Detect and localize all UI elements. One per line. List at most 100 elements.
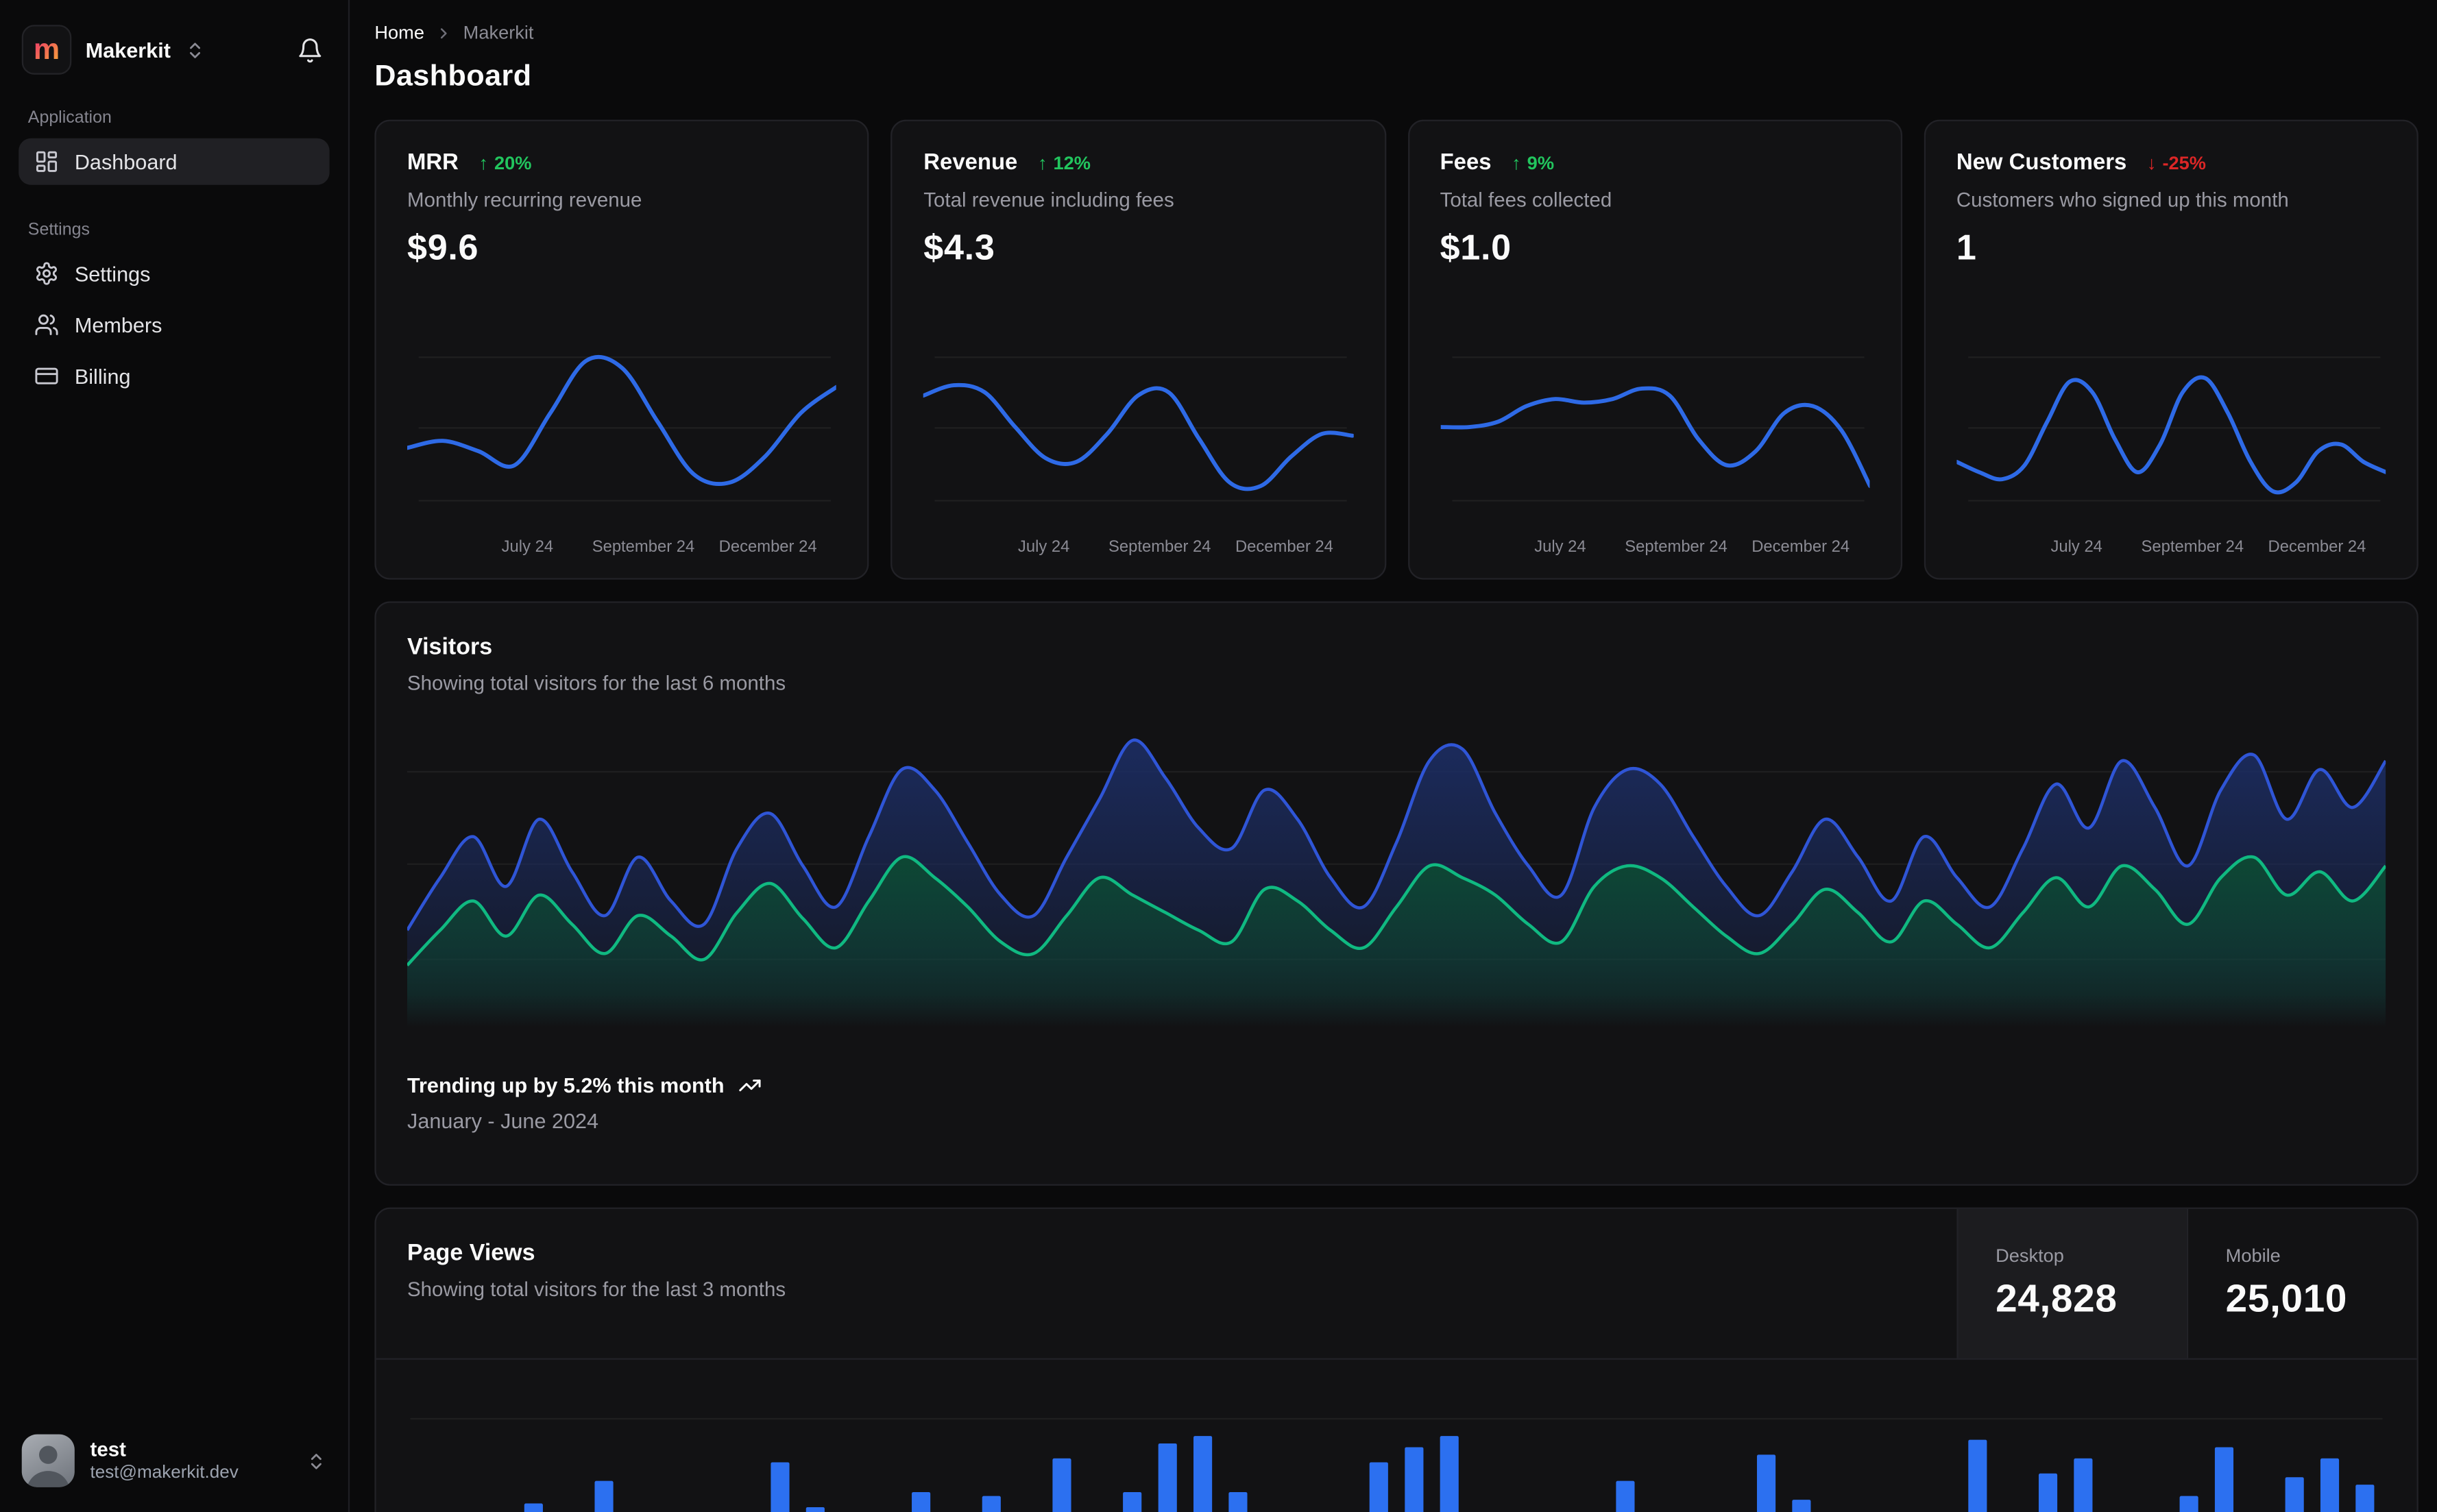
mrr-sparkline-chart: July 24 September 24 December 24 (407, 331, 836, 559)
revenue-sparkline-chart: July 24 September 24 December 24 (923, 331, 1353, 559)
x-tick: December 24 (719, 537, 817, 556)
sidebar-section-settings: Settings (28, 221, 320, 239)
trend-value: 9% (1527, 152, 1554, 174)
breadcrumb-home-link[interactable]: Home (374, 22, 424, 44)
visitors-trend-line: Trending up by 5.2% this month (407, 1074, 2386, 1097)
visitors-subtitle: Showing total visitors for the last 6 mo… (407, 671, 2386, 694)
visitors-card: Visitors Showing total visitors for the … (374, 601, 2418, 1185)
trend-badge: ↑12% (1038, 152, 1091, 174)
visitors-area-chart (407, 720, 2386, 1027)
toggle-value: 25,010 (2226, 1278, 2347, 1323)
chevron-right-icon (435, 24, 452, 41)
x-tick: September 24 (592, 537, 695, 556)
x-tick: July 24 (502, 537, 553, 556)
toggle-label: Desktop (1996, 1245, 2064, 1267)
sidebar-section-application: Application (28, 109, 320, 127)
trend-value: 12% (1054, 152, 1091, 174)
x-tick: December 24 (1751, 537, 1850, 556)
page-views-title: Page Views (407, 1240, 1926, 1267)
stat-description: Total revenue including fees (923, 188, 1353, 211)
sidebar: m Makerkit Application Dashboard Setting… (0, 0, 350, 1512)
trending-up-icon (738, 1074, 762, 1097)
page-views-bar-chart (376, 1372, 2417, 1512)
workspace-selector[interactable]: m Makerkit (22, 25, 205, 75)
toggle-label: Mobile (2226, 1245, 2281, 1267)
stat-description: Customers who signed up this month (1956, 188, 2386, 211)
stat-description: Monthly recurring revenue (407, 188, 836, 211)
sidebar-item-label: Dashboard (75, 150, 178, 173)
stat-card-fees: Fees ↑ 9% Total fees collected $1.0 July … (1407, 120, 1902, 580)
stat-title: New Customers (1956, 151, 2126, 175)
x-axis-ticks: July 24 September 24 December 24 (923, 533, 1353, 560)
trend-badge: ↑ 20% (478, 152, 531, 174)
trend-up-icon: ↑ (478, 152, 488, 174)
page-views-header: Page Views Showing total visitors for th… (376, 1209, 2417, 1360)
page-views-mobile-toggle[interactable]: Mobile 25,010 (2187, 1209, 2417, 1358)
page-views-desktop-toggle[interactable]: Desktop 24,828 (1956, 1209, 2187, 1358)
x-tick: December 24 (1235, 537, 1333, 556)
user-avatar (22, 1435, 75, 1487)
stat-description: Total fees collected (1440, 188, 1869, 211)
user-email: test@makerkit.dev (90, 1463, 238, 1483)
trend-down-icon: ↓ (2147, 152, 2157, 174)
visitors-date-range: January - June 2024 (407, 1110, 2386, 1133)
credit-card-icon (34, 364, 59, 389)
visitors-trend-text: Trending up by 5.2% this month (407, 1074, 725, 1097)
x-axis-ticks: July 24 September 24 December 24 (407, 533, 836, 560)
dashboard-icon (34, 149, 59, 174)
stat-value: 1 (1956, 227, 2386, 269)
users-icon (34, 313, 59, 337)
x-axis-ticks: July 24 September 24 December 24 (1440, 533, 1869, 560)
trend-badge: ↑ 9% (1512, 152, 1554, 174)
user-name: test (90, 1438, 238, 1460)
gear-icon (34, 261, 59, 286)
x-tick: September 24 (1108, 537, 1211, 556)
sidebar-item-billing[interactable]: Billing (19, 353, 329, 400)
bell-icon (297, 36, 324, 63)
stat-card-revenue: Revenue ↑12% Total revenue including fee… (891, 120, 1386, 580)
user-menu-button[interactable]: test test@makerkit.dev (19, 1428, 329, 1493)
fees-sparkline-chart: July 24 September 24 December 24 (1440, 331, 1869, 559)
x-tick: July 24 (1534, 537, 1586, 556)
stat-value: $1.0 (1440, 227, 1869, 269)
trend-value: 20% (494, 152, 531, 174)
chevron-up-down-icon (306, 1450, 326, 1470)
makerkit-logo: m (22, 25, 72, 75)
stat-title: MRR (407, 151, 459, 175)
sidebar-header: m Makerkit (19, 19, 329, 77)
breadcrumb: Home Makerkit (374, 22, 2418, 44)
breadcrumb-current: Makerkit (463, 22, 534, 44)
new-customers-sparkline-chart: July 24 September 24 December 24 (1956, 331, 2386, 559)
sidebar-item-settings[interactable]: Settings (19, 250, 329, 297)
stat-title: Fees (1440, 151, 1492, 175)
stat-card-mrr: MRR ↑20% Monthly recurring revenue $9.6 … (374, 120, 869, 580)
x-tick: July 24 (2050, 537, 2102, 556)
stat-value: $9.6 (407, 227, 836, 269)
stat-value: $4.3 (923, 227, 1353, 269)
makerkit-logo-letter: m (34, 35, 60, 64)
page-views-card: Page Views Showing total visitors for th… (374, 1208, 2418, 1512)
trend-value: -25% (2162, 152, 2206, 174)
stat-cards-row: MRR ↑20% Monthly recurring revenue $9.6 … (374, 120, 2418, 580)
sidebar-item-label: Billing (75, 365, 131, 388)
main-content: Home Makerkit Dashboard MRR ↑ 20% Monthly… (350, 0, 2437, 1512)
x-tick: December 24 (2268, 537, 2366, 556)
sidebar-item-label: Settings (75, 262, 151, 285)
app-window: m Makerkit Application Dashboard Setting… (0, 0, 2437, 1512)
x-tick: July 24 (1018, 537, 1069, 556)
page-title: Dashboard (374, 60, 2418, 95)
trend-badge: ↓-25% (2147, 152, 2206, 174)
notifications-button[interactable] (294, 34, 327, 66)
sidebar-item-dashboard[interactable]: Dashboard (19, 138, 329, 185)
chevron-up-down-icon (184, 40, 204, 60)
stat-card-new-customers: New Customers ↓-25% Customers who signed… (1924, 120, 2418, 580)
sidebar-item-members[interactable]: Members (19, 302, 329, 348)
page-views-subtitle: Showing total visitors for the last 3 mo… (407, 1278, 1926, 1301)
sidebar-item-label: Members (75, 313, 162, 337)
visitors-title: Visitors (407, 634, 2386, 661)
trend-up-icon: ↑ (1512, 152, 1521, 174)
workspace-name: Makerkit (86, 38, 171, 62)
x-tick: September 24 (2142, 537, 2244, 556)
stat-title: Revenue (923, 151, 1017, 175)
x-axis-ticks: July 24 September 24 December 24 (1956, 533, 2386, 560)
